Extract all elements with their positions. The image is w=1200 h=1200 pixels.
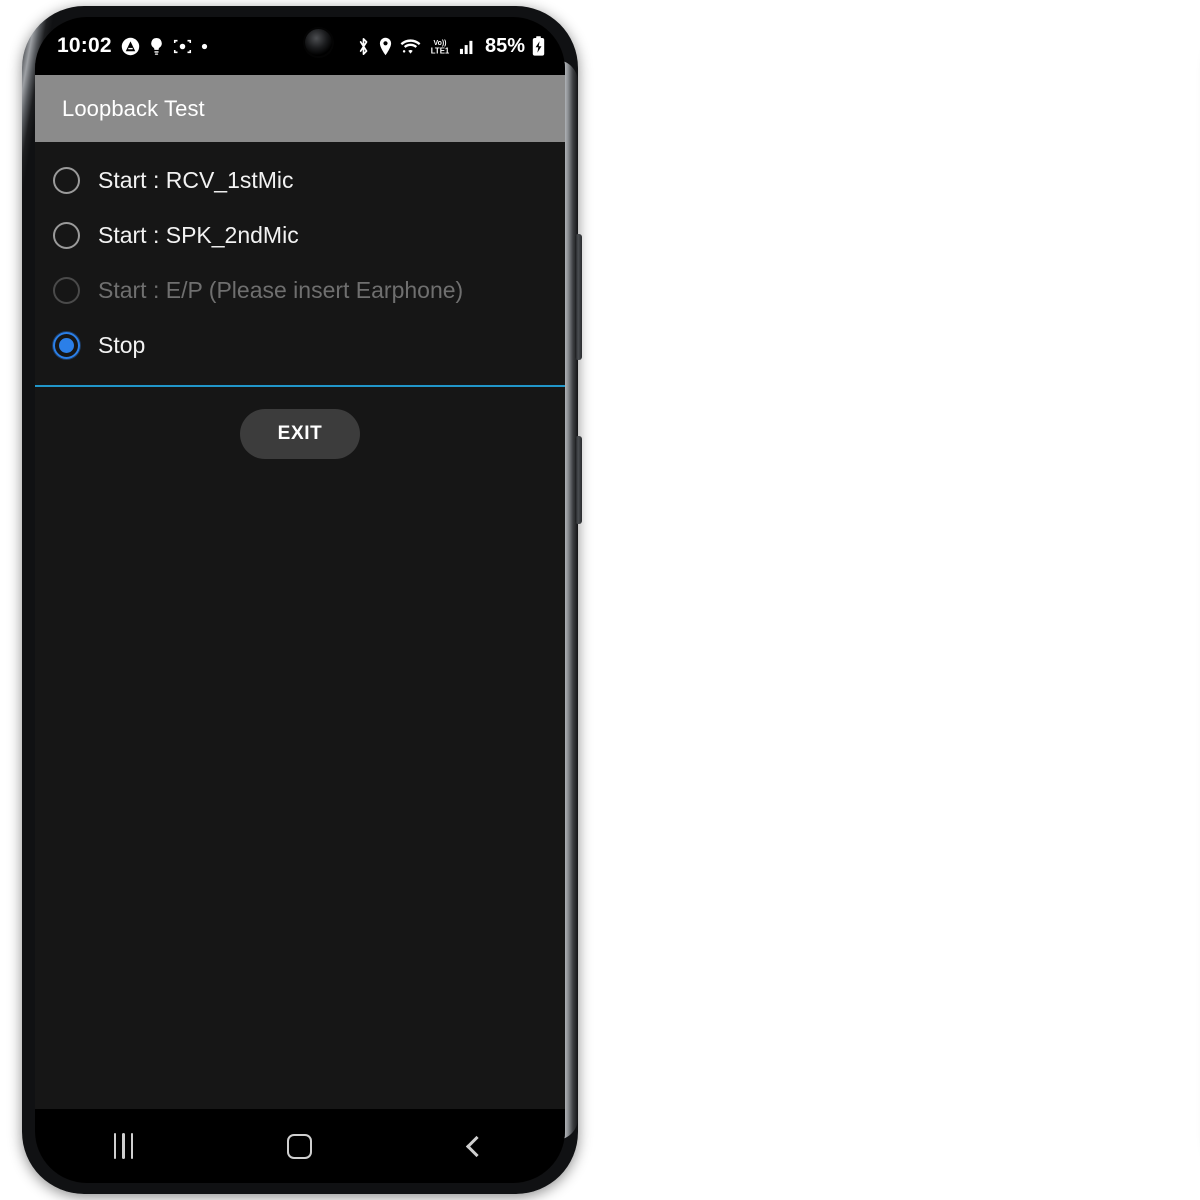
option-label-rcv-1stmic: Start : RCV_1stMic xyxy=(98,167,294,193)
loopback-option-list: Start : RCV_1stMic Start : SPK_2ndMic St… xyxy=(35,142,565,373)
recents-icon[interactable] xyxy=(86,1122,160,1170)
option-label-stop: Stop xyxy=(98,332,146,358)
back-icon[interactable] xyxy=(440,1122,514,1170)
option-row-earphone: Start : E/P (Please insert Earphone) xyxy=(35,263,565,318)
battery-charging-icon xyxy=(532,36,545,56)
option-label-earphone: Start : E/P (Please insert Earphone) xyxy=(98,277,464,303)
volte-lte1-icon: Vo)) LTE1 xyxy=(428,37,452,56)
left-phone: 10:02 Vo)) LTE1 85% Loopback Test Start … xyxy=(0,0,600,1200)
screenshot-capture-icon xyxy=(173,38,192,55)
location-icon xyxy=(378,37,393,56)
status-bar-right-group: Vo)) LTE1 85% xyxy=(356,35,545,58)
radio-button-rcv-1stmic[interactable] xyxy=(53,167,80,194)
option-row-spk-2ndmic[interactable]: Start : SPK_2ndMic xyxy=(35,208,565,263)
option-label-spk-2ndmic: Start : SPK_2ndMic xyxy=(98,222,299,248)
navigation-bar-left-phone xyxy=(35,1109,565,1183)
battery-percent-label: 85% xyxy=(484,34,525,57)
dual-phone-stage: 10:02 Vo)) LTE1 85% Loopback Test Start … xyxy=(0,0,1200,1200)
right-phone: RED GREEN BLUE RECEIVER VIBRATION MEGA C… xyxy=(600,0,1200,1200)
wifi-icon xyxy=(400,38,421,55)
app-title-bar: Loopback Test xyxy=(35,75,565,142)
left-phone-screen: 10:02 Vo)) LTE1 85% Loopback Test Start … xyxy=(35,17,565,1183)
dot-icon xyxy=(201,43,208,50)
power-button-left-phone[interactable] xyxy=(575,436,582,524)
option-row-stop[interactable]: Stop xyxy=(35,318,565,373)
volume-button-left-phone[interactable] xyxy=(575,234,582,360)
home-icon[interactable] xyxy=(263,1122,337,1170)
status-bar: 10:02 Vo)) LTE1 85% xyxy=(35,17,565,75)
svg-text:LTE1: LTE1 xyxy=(431,46,450,55)
exit-button-area: EXIT xyxy=(35,387,565,459)
status-bar-left-group: 10:02 xyxy=(57,34,208,58)
bluetooth-icon xyxy=(356,37,371,56)
radio-button-spk-2ndmic[interactable] xyxy=(53,222,80,249)
exit-button[interactable]: EXIT xyxy=(240,409,360,459)
radio-button-earphone xyxy=(53,277,80,304)
signal-bars-icon xyxy=(459,38,476,55)
option-row-rcv-1stmic[interactable]: Start : RCV_1stMic xyxy=(35,153,565,208)
radio-button-stop[interactable] xyxy=(53,332,80,359)
lightbulb-icon xyxy=(149,37,164,56)
left-phone-frame: 10:02 Vo)) LTE1 85% Loopback Test Start … xyxy=(22,6,582,1194)
android-auto-icon xyxy=(121,37,140,56)
front-camera-icon-left-phone xyxy=(305,29,332,56)
status-clock: 10:02 xyxy=(57,34,112,57)
